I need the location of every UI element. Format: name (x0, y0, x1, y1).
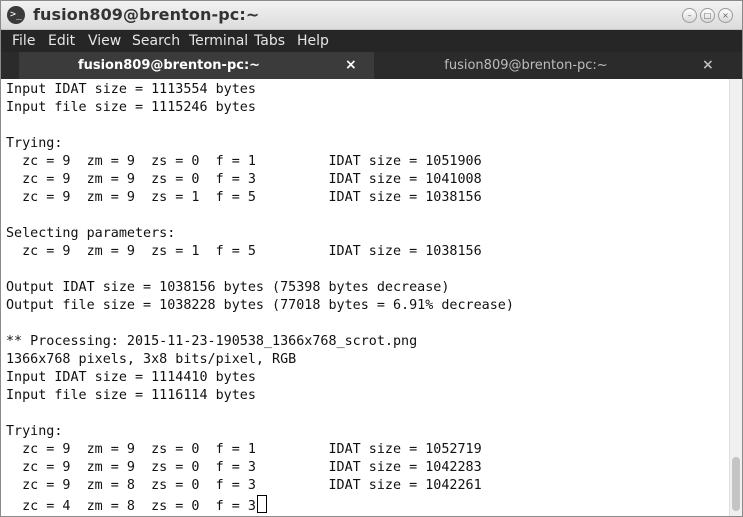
terminal-line: Selecting parameters: (6, 226, 176, 241)
menu-view[interactable]: View (88, 33, 121, 49)
terminal-app-icon: >_ (7, 6, 25, 24)
title-bar[interactable]: >_ fusion809@brenton-pc:~ – □ × (1, 1, 742, 30)
terminal-line: Input IDAT size = 1113554 bytes (6, 82, 256, 97)
window-title: fusion809@brenton-pc:~ (33, 5, 260, 24)
terminal-line: Input file size = 1116114 bytes (6, 388, 256, 403)
terminal-line: Output IDAT size = 1038156 bytes (75398 … (6, 280, 450, 295)
terminal-output[interactable]: Input IDAT size = 1113554 bytes Input fi… (1, 79, 728, 516)
menu-terminal[interactable]: Terminal (189, 33, 248, 49)
tab-2[interactable]: fusion809@brenton-pc:~ × (376, 52, 731, 79)
text-cursor (256, 495, 267, 513)
terminal-line: Output file size = 1038228 bytes (77018 … (6, 298, 514, 313)
vertical-scrollbar[interactable] (729, 79, 742, 516)
tab-1-close-icon[interactable]: × (345, 52, 357, 79)
menu-search[interactable]: Search (132, 33, 180, 49)
terminal-line: zc = 9 zm = 8 zs = 0 f = 3 IDAT size = 1… (6, 478, 482, 493)
terminal-line: Trying: (6, 424, 63, 439)
close-window-button[interactable]: × (718, 8, 733, 23)
maximize-button[interactable]: □ (700, 8, 715, 23)
terminal-line: Trying: (6, 136, 63, 151)
tab-2-close-icon[interactable]: × (702, 52, 714, 79)
tab-1[interactable]: fusion809@brenton-pc:~ × (19, 52, 374, 79)
menu-bar: File Edit View Search Terminal Tabs Help (1, 30, 742, 52)
menu-edit[interactable]: Edit (48, 33, 75, 49)
terminal-line: zc = 9 zm = 9 zs = 0 f = 1 IDAT size = 1… (6, 442, 482, 457)
menu-tabs[interactable]: Tabs (254, 33, 285, 49)
terminal-current-line: zc = 4 zm = 8 zs = 0 f = 3 (6, 495, 267, 514)
menu-help[interactable]: Help (297, 33, 329, 49)
terminal-window: >_ fusion809@brenton-pc:~ – □ × File Edi… (0, 0, 743, 517)
terminal-line: zc = 9 zm = 9 zs = 1 f = 5 IDAT size = 1… (6, 244, 482, 259)
terminal-current-line-text: zc = 4 zm = 8 zs = 0 f = 3 (6, 499, 256, 514)
terminal-line: 1366x768 pixels, 3x8 bits/pixel, RGB (6, 352, 297, 367)
terminal-line: Input file size = 1115246 bytes (6, 100, 256, 115)
terminal-line: zc = 9 zm = 9 zs = 0 f = 1 IDAT size = 1… (6, 154, 482, 169)
scrollbar-thumb[interactable] (732, 457, 740, 511)
tab-bar: fusion809@brenton-pc:~ × fusion809@brent… (1, 52, 742, 79)
tab-2-label: fusion809@brenton-pc:~ (444, 58, 608, 73)
terminal-line: ** Processing: 2015-11-23-190538_1366x76… (6, 334, 418, 349)
tab-1-label: fusion809@brenton-pc:~ (77, 58, 261, 73)
minimize-button[interactable]: – (682, 8, 697, 23)
terminal-line: zc = 9 zm = 9 zs = 0 f = 3 IDAT size = 1… (6, 172, 482, 187)
terminal-line: Input IDAT size = 1114410 bytes (6, 370, 256, 385)
menu-file[interactable]: File (12, 33, 35, 49)
terminal-line: zc = 9 zm = 9 zs = 0 f = 3 IDAT size = 1… (6, 460, 482, 475)
terminal-line: zc = 9 zm = 9 zs = 1 f = 5 IDAT size = 1… (6, 190, 482, 205)
